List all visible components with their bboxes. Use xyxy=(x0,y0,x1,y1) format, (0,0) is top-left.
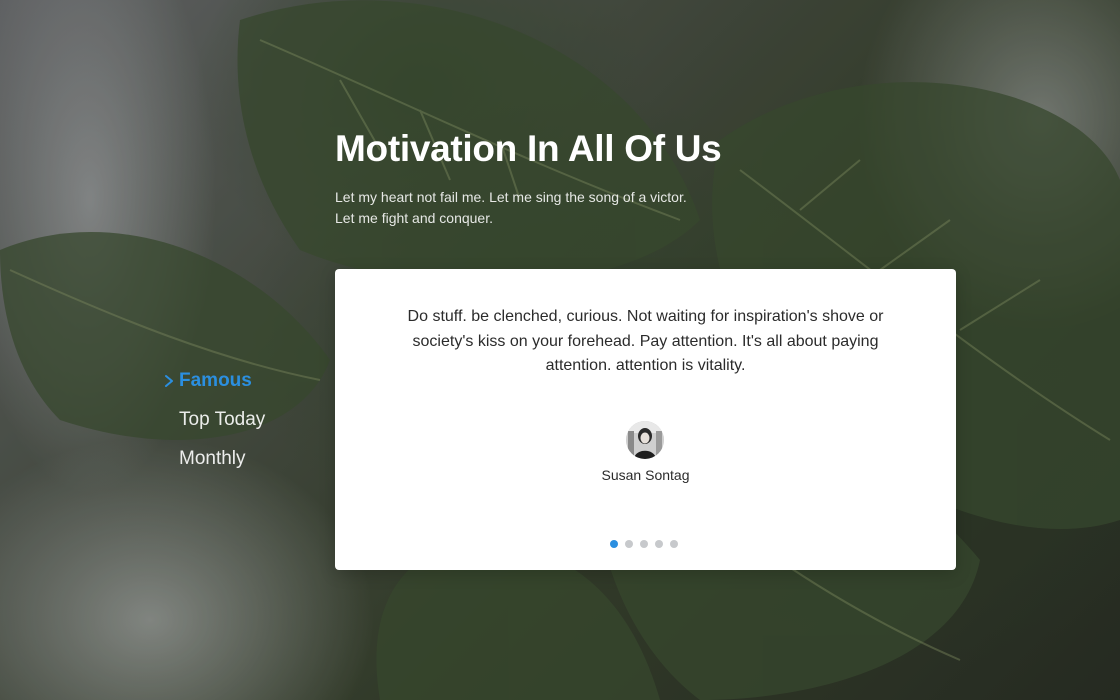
author-name: Susan Sontag xyxy=(601,467,690,483)
portrait-image xyxy=(626,421,664,459)
nav-item-monthly[interactable]: Monthly xyxy=(163,446,323,485)
pagination-dot[interactable] xyxy=(610,540,618,548)
pagination-dot[interactable] xyxy=(670,540,678,548)
hero-subtitle: Let my heart not fail me. Let me sing th… xyxy=(335,187,755,229)
category-nav: Famous Top Today Monthly xyxy=(163,368,323,485)
pagination-dot[interactable] xyxy=(655,540,663,548)
carousel-pagination xyxy=(610,540,678,548)
nav-item-famous[interactable]: Famous xyxy=(163,368,323,407)
quote-card: Do stuff. be clenched, curious. Not wait… xyxy=(335,269,956,570)
chevron-right-icon xyxy=(165,375,173,387)
nav-item-label: Monthly xyxy=(179,448,246,469)
nav-item-label: Top Today xyxy=(179,409,266,430)
author-avatar xyxy=(626,421,664,459)
hero-subtitle-line: Let me fight and conquer. xyxy=(335,210,493,226)
pagination-dot[interactable] xyxy=(625,540,633,548)
hero-subtitle-line: Let my heart not fail me. Let me sing th… xyxy=(335,189,687,205)
nav-item-top-today[interactable]: Top Today xyxy=(163,407,323,446)
hero-title: Motivation In All Of Us xyxy=(335,128,722,169)
quote-text: Do stuff. be clenched, curious. Not wait… xyxy=(407,308,884,374)
nav-item-label: Famous xyxy=(179,370,252,391)
pagination-dot[interactable] xyxy=(640,540,648,548)
